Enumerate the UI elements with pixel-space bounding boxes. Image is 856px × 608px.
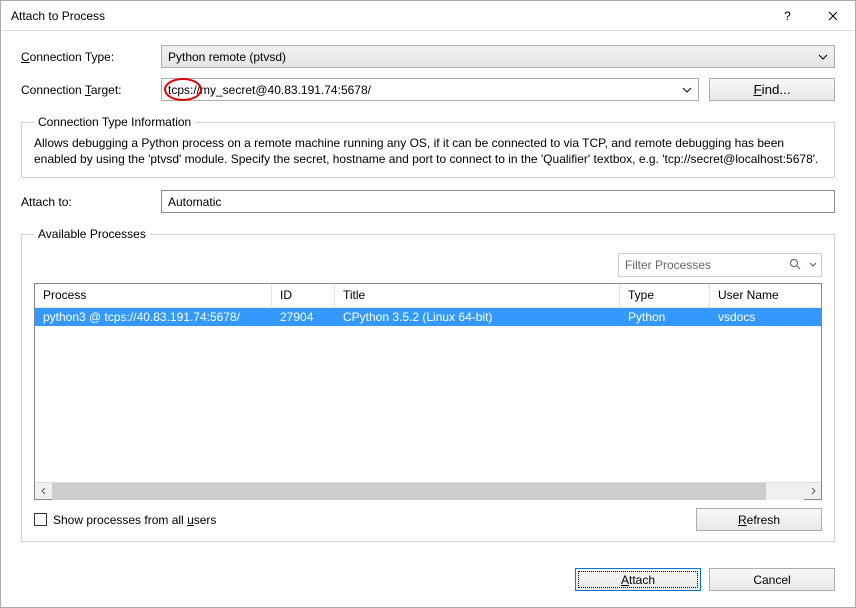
attach-to-label: Attach to: bbox=[21, 195, 161, 209]
cell-id: 27904 bbox=[272, 309, 335, 325]
table-body: python3 @ tcps://40.83.191.74:5678/ 2790… bbox=[35, 308, 821, 482]
attach-to-row: Attach to: Automatic bbox=[21, 190, 835, 213]
search-icon bbox=[789, 258, 801, 273]
col-process[interactable]: Process bbox=[35, 284, 272, 307]
cancel-button[interactable]: Cancel bbox=[709, 568, 835, 591]
scroll-track[interactable] bbox=[52, 483, 804, 500]
dialog-buttons: Attach Cancel bbox=[21, 568, 835, 591]
connection-type-info-legend: Connection Type Information bbox=[34, 115, 195, 129]
available-processes-legend: Available Processes bbox=[34, 227, 150, 241]
find-button[interactable]: Find... bbox=[709, 78, 835, 101]
scroll-right-icon[interactable] bbox=[804, 483, 821, 500]
cell-type: Python bbox=[620, 309, 710, 325]
titlebar: Attach to Process ? bbox=[1, 1, 855, 31]
cell-title: CPython 3.5.2 (Linux 64-bit) bbox=[335, 309, 620, 325]
attach-to-value: Automatic bbox=[161, 190, 835, 213]
connection-type-info-group: Connection Type Information Allows debug… bbox=[21, 115, 835, 178]
connection-type-row: Connection Type: Python remote (ptvsd) bbox=[21, 45, 835, 68]
connection-target-input[interactable]: tcps://my_secret@40.83.191.74:5678/ bbox=[161, 78, 699, 101]
close-button[interactable] bbox=[810, 1, 855, 31]
col-user[interactable]: User Name bbox=[710, 284, 821, 307]
chevron-down-icon bbox=[809, 258, 817, 272]
chevron-down-icon bbox=[682, 87, 692, 93]
connection-type-value: Python remote (ptvsd) bbox=[168, 50, 286, 64]
show-all-users-checkbox[interactable]: Show processes from all users bbox=[34, 513, 696, 527]
connection-type-combo[interactable]: Python remote (ptvsd) bbox=[161, 45, 835, 68]
scroll-left-icon[interactable] bbox=[35, 483, 52, 500]
scroll-thumb[interactable] bbox=[52, 483, 766, 500]
attach-to-process-dialog: Attach to Process ? Connection Type: Pyt… bbox=[0, 0, 856, 608]
cell-process: python3 @ tcps://40.83.191.74:5678/ bbox=[35, 309, 272, 325]
table-header: Process ID Title Type User Name bbox=[35, 284, 821, 308]
close-icon bbox=[828, 11, 838, 21]
col-id[interactable]: ID bbox=[272, 284, 335, 307]
connection-target-value: tcps://my_secret@40.83.191.74:5678/ bbox=[168, 83, 371, 97]
col-title[interactable]: Title bbox=[335, 284, 620, 307]
filter-processes-input[interactable]: Filter Processes bbox=[618, 253, 822, 277]
help-button[interactable]: ? bbox=[765, 1, 810, 31]
chevron-down-icon bbox=[818, 54, 828, 60]
filter-placeholder: Filter Processes bbox=[625, 258, 711, 272]
table-row[interactable]: python3 @ tcps://40.83.191.74:5678/ 2790… bbox=[35, 308, 821, 326]
connection-target-row: Connection Target: tcps://my_secret@40.8… bbox=[21, 78, 835, 101]
checkbox-icon bbox=[34, 513, 47, 526]
processes-table[interactable]: Process ID Title Type User Name python3 … bbox=[34, 283, 822, 500]
attach-button[interactable]: Attach bbox=[575, 568, 701, 591]
connection-target-label: Connection Target: bbox=[21, 83, 161, 97]
table-footer-row: Show processes from all users Refresh bbox=[34, 508, 822, 531]
help-icon: ? bbox=[784, 9, 791, 23]
connection-type-info-text: Allows debugging a Python process on a r… bbox=[34, 135, 822, 167]
filter-row: Filter Processes bbox=[34, 253, 822, 277]
horizontal-scrollbar[interactable] bbox=[35, 482, 821, 499]
available-processes-group: Available Processes Filter Processes Pro… bbox=[21, 227, 835, 542]
col-type[interactable]: Type bbox=[620, 284, 710, 307]
connection-type-label: Connection Type: bbox=[21, 50, 161, 64]
dialog-content: Connection Type: Python remote (ptvsd) C… bbox=[1, 31, 855, 607]
refresh-button[interactable]: Refresh bbox=[696, 508, 822, 531]
cell-user: vsdocs bbox=[710, 309, 821, 325]
window-title: Attach to Process bbox=[11, 9, 765, 23]
